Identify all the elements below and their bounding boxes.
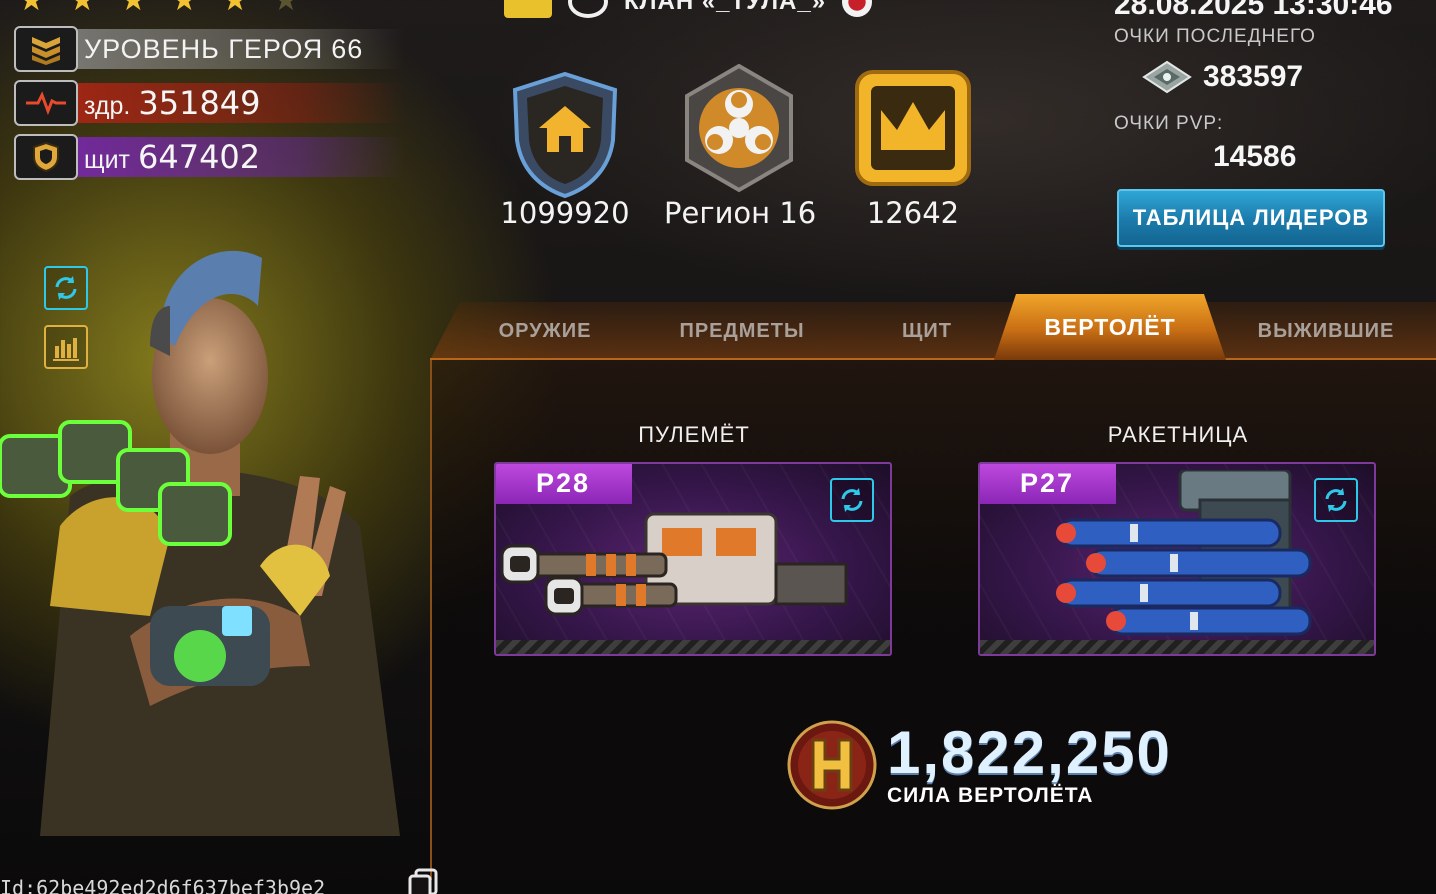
player-id: Id:62be492ed2d6f637bef3b9e2 <box>0 876 326 894</box>
hero-level-value: 66 <box>331 33 364 64</box>
rocket-launcher-swap-button[interactable] <box>1314 478 1358 522</box>
machine-gun-title: ПУЛЕМЁТ <box>638 422 750 447</box>
leaderboard-button[interactable]: ТАБЛИЦА ЛИДЕРОВ <box>1117 189 1385 247</box>
tab-bar: ОРУЖИЕ ПРЕДМЕТЫ ЩИТ ВЕРТОЛЁТ ВЫЖИВШИЕ <box>430 294 1436 360</box>
crown-value: 12642 <box>866 196 960 230</box>
home-shield-icon <box>512 71 618 199</box>
base-value: 1099920 <box>500 196 630 230</box>
hero-portrait <box>0 250 400 836</box>
refresh-icon <box>841 488 863 512</box>
machine-gun-swap-button[interactable] <box>830 478 874 522</box>
tab-items[interactable]: ПРЕДМЕТЫ <box>660 302 824 360</box>
machine-gun-icon <box>500 512 848 616</box>
clan-row[interactable]: КЛАН «_ТУЛА_» <box>504 0 873 18</box>
hero-shield-label: щит <box>84 146 130 174</box>
tab-survivors[interactable]: ВЫЖИВШИЕ <box>1244 302 1408 360</box>
pvp-score-value: 14586 <box>1213 140 1297 173</box>
hero-stars: ★ ★ ★ ★ ★ ★ <box>18 0 299 16</box>
last-score-label: ОЧКИ ПОСЛЕДНЕГО <box>1114 26 1316 47</box>
star-icon: ★ <box>119 0 147 18</box>
gem-icon <box>1142 60 1192 94</box>
rocket-launcher-rank-badge: P27 <box>980 464 1116 504</box>
level-chevrons-icon <box>14 26 78 72</box>
hero-level-label: УРОВЕНЬ ГЕРОЯ <box>84 33 324 64</box>
machine-gun-slot[interactable]: P28 <box>494 462 892 656</box>
region-value: Регион 16 <box>664 196 817 230</box>
heartbeat-icon <box>14 80 78 126</box>
clan-search-icon[interactable] <box>504 0 552 18</box>
biohazard-icon <box>685 64 793 193</box>
refresh-icon <box>1325 488 1347 512</box>
hero-shield-row: щит 647402 <box>14 134 404 180</box>
machine-gun-rank-badge: P28 <box>496 464 632 504</box>
star-empty-icon: ★ <box>272 0 300 18</box>
hero-shield-value: 647402 <box>137 138 261 176</box>
datetime: 28.08.2025 13:30:46 <box>1114 0 1393 21</box>
tab-helicopter[interactable]: ВЕРТОЛЁТ <box>994 294 1226 360</box>
rocket-launcher-slot[interactable]: P27 <box>978 462 1376 656</box>
crown-icon <box>855 70 971 186</box>
star-icon: ★ <box>221 0 249 18</box>
helicopter-power-label: СИЛА ВЕРТОЛЁТА <box>887 784 1094 807</box>
hero-health-row: здр. 351849 <box>14 80 404 126</box>
tab-shield[interactable]: ЩИТ <box>870 302 984 360</box>
star-icon: ★ <box>18 0 45 18</box>
hero-health-label: здр. <box>84 92 131 120</box>
shield-icon <box>14 134 78 180</box>
pvp-score-label: ОЧКИ PVP: <box>1114 113 1224 134</box>
copy-icon[interactable] <box>406 866 442 894</box>
last-score-value: 383597 <box>1203 60 1304 93</box>
helicopter-power-value: 1,822,250 <box>887 719 1172 786</box>
h-emblem-icon <box>787 720 877 810</box>
star-icon: ★ <box>68 0 96 18</box>
hero-health-value: 351849 <box>138 84 261 122</box>
rocket-launcher-title: РАКЕТНИЦА <box>1107 422 1249 447</box>
clan-name[interactable]: КЛАН «_ТУЛА_» <box>624 0 826 16</box>
hero-level-row: УРОВЕНЬ ГЕРОЯ 66 <box>14 26 404 72</box>
tab-weapons[interactable]: ОРУЖИЕ <box>470 302 620 360</box>
star-icon: ★ <box>170 0 198 18</box>
clan-emblem-icon <box>568 0 608 18</box>
clan-flag-icon <box>842 0 873 17</box>
